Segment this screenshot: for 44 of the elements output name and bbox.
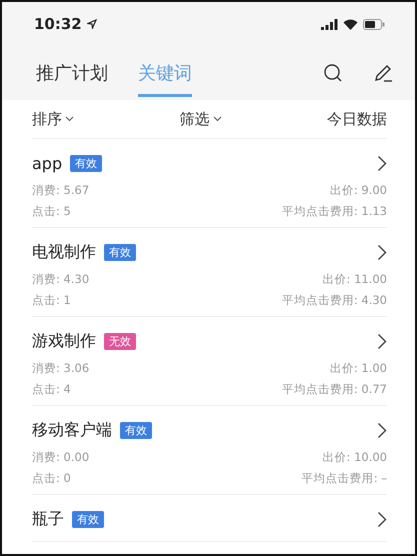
filter-dropdown[interactable]: 筛选 xyxy=(180,110,222,128)
battery-icon xyxy=(363,18,385,30)
date-range-button[interactable]: 今日数据 xyxy=(327,110,387,128)
cost-text: 消费: 3.06 xyxy=(32,361,90,376)
chevron-right-icon[interactable] xyxy=(377,154,387,172)
clicks-text: 点击: 0 xyxy=(32,471,71,486)
keyword-name: 瓶子 xyxy=(32,508,64,530)
status-tag: 无效 xyxy=(104,332,136,350)
signal-icon xyxy=(321,18,338,30)
keyword-name: app xyxy=(32,154,62,172)
cost-text: 消费: 4.30 xyxy=(32,272,90,287)
location-arrow-icon xyxy=(86,19,97,29)
status-time: 10:32 xyxy=(34,15,82,33)
clicks-text: 点击: 1 xyxy=(32,293,71,308)
bid-text: 出价: 9.00 xyxy=(330,183,387,198)
chevron-right-icon[interactable] xyxy=(377,332,387,350)
wifi-icon xyxy=(343,18,358,30)
status-tag: 有效 xyxy=(72,510,104,528)
average-cost-text: 平均点击费用: 1.13 xyxy=(282,204,387,219)
clicks-text: 点击: 5 xyxy=(32,204,71,219)
tab[interactable]: 推广计划 xyxy=(36,49,108,97)
keyword-name: 游戏制作 xyxy=(32,330,96,352)
status-tag: 有效 xyxy=(70,154,102,172)
bid-text: 出价: 10.00 xyxy=(322,450,387,465)
search-icon[interactable] xyxy=(323,63,343,83)
caret-icon xyxy=(212,116,222,122)
caret-icon xyxy=(65,116,74,122)
chevron-right-icon[interactable] xyxy=(377,244,387,260)
average-cost-text: 平均点击费用: – xyxy=(302,471,387,486)
average-cost-text: 平均点击费用: 0.77 xyxy=(282,382,387,397)
chevron-right-icon[interactable] xyxy=(377,422,387,438)
cost-text: 消费: 0.00 xyxy=(32,450,90,465)
status-tag: 有效 xyxy=(104,244,136,260)
bid-text: 出价: 1.00 xyxy=(330,361,387,376)
clicks-text: 点击: 4 xyxy=(32,382,71,397)
status-tag: 有效 xyxy=(120,422,152,438)
chevron-right-icon[interactable] xyxy=(377,510,387,528)
edit-icon[interactable] xyxy=(373,63,393,83)
average-cost-text: 平均点击费用: 4.30 xyxy=(282,293,387,308)
bid-text: 出价: 11.00 xyxy=(322,272,387,287)
keyword-name: 移动客户端 xyxy=(32,420,112,440)
cost-text: 消费: 5.67 xyxy=(32,183,90,198)
keyword-name: 电视制作 xyxy=(32,242,96,262)
sort-dropdown[interactable]: 排序 xyxy=(32,110,74,128)
